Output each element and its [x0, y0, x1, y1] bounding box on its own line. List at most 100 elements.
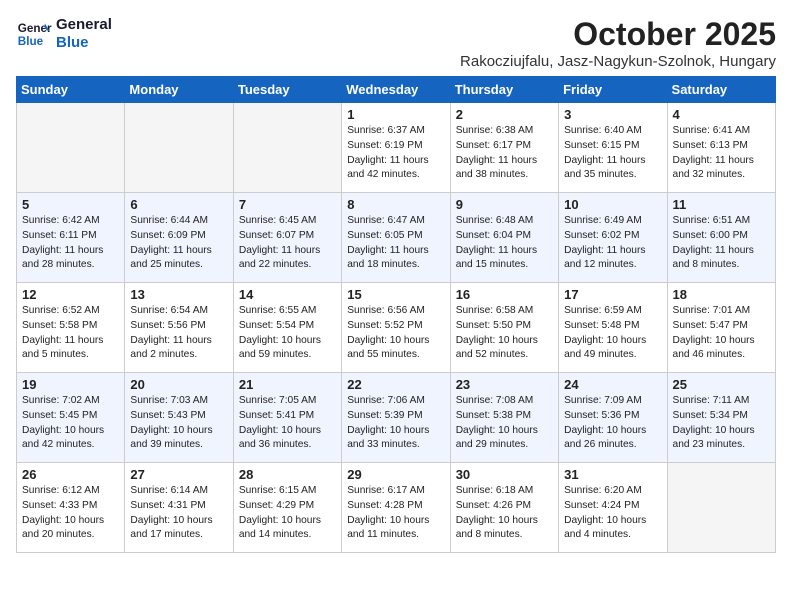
- location-title: Rakocziujfalu, Jasz-Nagykun-Szolnok, Hun…: [460, 53, 776, 70]
- day-info: Sunrise: 6:49 AMSunset: 6:02 PMDaylight:…: [564, 214, 661, 273]
- calendar-cell: 13 Sunrise: 6:54 AMSunset: 5:56 PMDayligh…: [125, 283, 233, 373]
- calendar-cell: 9 Sunrise: 6:48 AMSunset: 6:04 PMDaylight…: [450, 193, 558, 283]
- calendar-cell: [667, 463, 775, 553]
- calendar-week-row: 1 Sunrise: 6:37 AMSunset: 6:19 PMDaylight…: [17, 103, 776, 193]
- calendar-cell: [125, 103, 233, 193]
- day-number: 5: [22, 197, 119, 212]
- day-header-monday: Monday: [125, 77, 233, 103]
- day-number: 17: [564, 287, 661, 302]
- calendar-cell: 24Sunrise: 7:09 AMSunset: 5:36 PMDayligh…: [559, 373, 667, 463]
- day-number: 18: [673, 287, 770, 302]
- day-number: 6: [130, 197, 227, 212]
- title-block: October 2025 Rakocziujfalu, Jasz-Nagykun…: [460, 16, 776, 70]
- calendar-body: 1 Sunrise: 6:37 AMSunset: 6:19 PMDaylight…: [17, 103, 776, 553]
- calendar-cell: 25 Sunrise: 7:11 AMSunset: 5:34 PMDayligh…: [667, 373, 775, 463]
- day-info: Sunrise: 7:03 AMSunset: 5:43 PMDaylight:…: [130, 394, 227, 453]
- day-info: Sunrise: 7:02 AMSunset: 5:45 PMDaylight:…: [22, 394, 119, 453]
- calendar-cell: 4 Sunrise: 6:41 AMSunset: 6:13 PMDaylight…: [667, 103, 775, 193]
- day-number: 23: [456, 377, 553, 392]
- day-info: Sunrise: 7:06 AMSunset: 5:39 PMDaylight:…: [347, 394, 444, 453]
- day-number: 16: [456, 287, 553, 302]
- day-info: Sunrise: 7:01 AMSunset: 5:47 PMDaylight:…: [673, 304, 770, 363]
- day-info: Sunrise: 6:38 AMSunset: 6:17 PMDaylight:…: [456, 124, 553, 183]
- calendar-cell: 21 Sunrise: 7:05 AMSunset: 5:41 PMDayligh…: [233, 373, 341, 463]
- calendar-cell: 20Sunrise: 7:03 AMSunset: 5:43 PMDayligh…: [125, 373, 233, 463]
- calendar-cell: 3Sunrise: 6:40 AMSunset: 6:15 PMDaylight…: [559, 103, 667, 193]
- calendar-table: SundayMondayTuesdayWednesdayThursdayFrid…: [16, 76, 776, 553]
- day-info: Sunrise: 6:45 AMSunset: 6:07 PMDaylight:…: [239, 214, 336, 273]
- day-header-tuesday: Tuesday: [233, 77, 341, 103]
- day-info: Sunrise: 6:51 AMSunset: 6:00 PMDaylight:…: [673, 214, 770, 273]
- day-info: Sunrise: 6:37 AMSunset: 6:19 PMDaylight:…: [347, 124, 444, 183]
- calendar-cell: 1 Sunrise: 6:37 AMSunset: 6:19 PMDaylight…: [342, 103, 450, 193]
- day-info: Sunrise: 6:48 AMSunset: 6:04 PMDaylight:…: [456, 214, 553, 273]
- calendar-cell: 5Sunrise: 6:42 AMSunset: 6:11 PMDaylight…: [17, 193, 125, 283]
- day-number: 9: [456, 197, 553, 212]
- day-number: 4: [673, 107, 770, 122]
- day-info: Sunrise: 6:20 AMSunset: 4:24 PMDaylight:…: [564, 484, 661, 543]
- svg-text:Blue: Blue: [18, 35, 44, 48]
- calendar-cell: 11 Sunrise: 6:51 AMSunset: 6:00 PMDayligh…: [667, 193, 775, 283]
- calendar-week-row: 5Sunrise: 6:42 AMSunset: 6:11 PMDaylight…: [17, 193, 776, 283]
- day-number: 3: [564, 107, 661, 122]
- day-info: Sunrise: 7:08 AMSunset: 5:38 PMDaylight:…: [456, 394, 553, 453]
- day-number: 2: [456, 107, 553, 122]
- calendar-cell: 17 Sunrise: 6:59 AMSunset: 5:48 PMDayligh…: [559, 283, 667, 373]
- day-number: 15: [347, 287, 444, 302]
- calendar-cell: 14Sunrise: 6:55 AMSunset: 5:54 PMDayligh…: [233, 283, 341, 373]
- day-info: Sunrise: 7:11 AMSunset: 5:34 PMDaylight:…: [673, 394, 770, 453]
- day-number: 30: [456, 467, 553, 482]
- day-number: 12: [22, 287, 119, 302]
- day-number: 19: [22, 377, 119, 392]
- day-number: 11: [673, 197, 770, 212]
- logo-icon: General Blue: [16, 16, 52, 52]
- day-number: 28: [239, 467, 336, 482]
- month-title: October 2025: [460, 16, 776, 53]
- day-info: Sunrise: 7:05 AMSunset: 5:41 PMDaylight:…: [239, 394, 336, 453]
- day-info: Sunrise: 6:54 AMSunset: 5:56 PMDaylight:…: [130, 304, 227, 363]
- day-number: 25: [673, 377, 770, 392]
- calendar-cell: 19 Sunrise: 7:02 AMSunset: 5:45 PMDayligh…: [17, 373, 125, 463]
- day-header-saturday: Saturday: [667, 77, 775, 103]
- day-number: 13: [130, 287, 227, 302]
- day-header-sunday: Sunday: [17, 77, 125, 103]
- day-number: 10: [564, 197, 661, 212]
- day-number: 1: [347, 107, 444, 122]
- calendar-cell: 29Sunrise: 6:17 AMSunset: 4:28 PMDayligh…: [342, 463, 450, 553]
- day-info: Sunrise: 6:41 AMSunset: 6:13 PMDaylight:…: [673, 124, 770, 183]
- day-info: Sunrise: 6:59 AMSunset: 5:48 PMDaylight:…: [564, 304, 661, 363]
- day-info: Sunrise: 6:44 AMSunset: 6:09 PMDaylight:…: [130, 214, 227, 273]
- page-header: General Blue General Blue October 2025 R…: [16, 16, 776, 70]
- day-number: 26: [22, 467, 119, 482]
- calendar-cell: [17, 103, 125, 193]
- calendar-week-row: 12 Sunrise: 6:52 AMSunset: 5:58 PMDayligh…: [17, 283, 776, 373]
- day-number: 7: [239, 197, 336, 212]
- day-number: 27: [130, 467, 227, 482]
- calendar-cell: [233, 103, 341, 193]
- calendar-cell: 23 Sunrise: 7:08 AMSunset: 5:38 PMDayligh…: [450, 373, 558, 463]
- calendar-cell: 6 Sunrise: 6:44 AMSunset: 6:09 PMDaylight…: [125, 193, 233, 283]
- day-info: Sunrise: 6:15 AMSunset: 4:29 PMDaylight:…: [239, 484, 336, 543]
- day-number: 21: [239, 377, 336, 392]
- calendar-week-row: 26 Sunrise: 6:12 AMSunset: 4:33 PMDayligh…: [17, 463, 776, 553]
- day-header-thursday: Thursday: [450, 77, 558, 103]
- day-info: Sunrise: 6:52 AMSunset: 5:58 PMDaylight:…: [22, 304, 119, 363]
- day-info: Sunrise: 6:47 AMSunset: 6:05 PMDaylight:…: [347, 214, 444, 273]
- day-number: 22: [347, 377, 444, 392]
- calendar-cell: 27Sunrise: 6:14 AMSunset: 4:31 PMDayligh…: [125, 463, 233, 553]
- day-number: 8: [347, 197, 444, 212]
- day-header-friday: Friday: [559, 77, 667, 103]
- calendar-cell: 26 Sunrise: 6:12 AMSunset: 4:33 PMDayligh…: [17, 463, 125, 553]
- day-header-wednesday: Wednesday: [342, 77, 450, 103]
- calendar-cell: 22 Sunrise: 7:06 AMSunset: 5:39 PMDayligh…: [342, 373, 450, 463]
- day-info: Sunrise: 6:12 AMSunset: 4:33 PMDaylight:…: [22, 484, 119, 543]
- calendar-cell: 28 Sunrise: 6:15 AMSunset: 4:29 PMDayligh…: [233, 463, 341, 553]
- calendar-week-row: 19 Sunrise: 7:02 AMSunset: 5:45 PMDayligh…: [17, 373, 776, 463]
- logo: General Blue General Blue: [16, 16, 112, 52]
- day-number: 31: [564, 467, 661, 482]
- day-info: Sunrise: 6:58 AMSunset: 5:50 PMDaylight:…: [456, 304, 553, 363]
- day-info: Sunrise: 7:09 AMSunset: 5:36 PMDaylight:…: [564, 394, 661, 453]
- calendar-cell: 16 Sunrise: 6:58 AMSunset: 5:50 PMDayligh…: [450, 283, 558, 373]
- calendar-cell: 15Sunrise: 6:56 AMSunset: 5:52 PMDayligh…: [342, 283, 450, 373]
- calendar-cell: 7 Sunrise: 6:45 AMSunset: 6:07 PMDaylight…: [233, 193, 341, 283]
